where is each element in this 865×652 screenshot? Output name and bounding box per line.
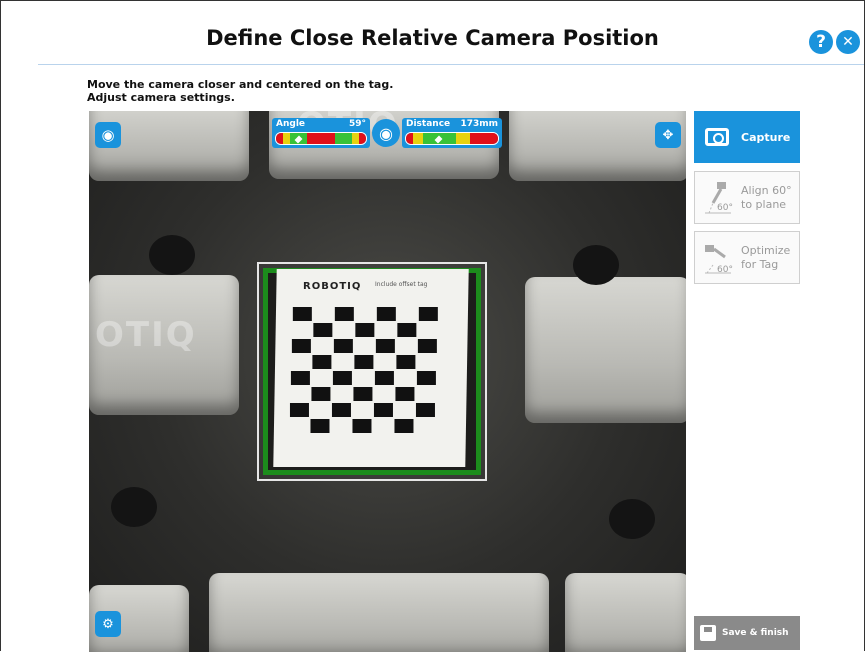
- eye-icon[interactable]: ◉: [95, 122, 121, 148]
- checker-square: [333, 339, 353, 353]
- checker-square: [376, 307, 396, 321]
- checker-square: [415, 403, 435, 417]
- brightness-eye-icon[interactable]: ◉: [372, 119, 400, 147]
- checker-square: [289, 403, 309, 417]
- instruction-line-2: Adjust camera settings.: [87, 91, 235, 104]
- checker-square: [375, 339, 395, 353]
- save-and-finish-button[interactable]: Save & finish: [694, 616, 800, 650]
- checker-square: [313, 323, 333, 337]
- board-hole: [573, 245, 619, 285]
- checker-square: [292, 307, 312, 321]
- distance-marker: [434, 135, 443, 144]
- checker-square: [373, 403, 393, 417]
- board-hole: [111, 487, 157, 527]
- distance-value: 173mm: [460, 119, 498, 129]
- floppy-disk-icon: [700, 625, 716, 641]
- tag-note: Include offset tag: [375, 281, 428, 288]
- align-label: Align 60° to plane: [741, 184, 792, 212]
- title-divider: [38, 64, 864, 65]
- checker-square: [355, 323, 375, 337]
- distance-bar: [405, 132, 499, 145]
- move-arrows-icon[interactable]: ✥: [655, 122, 681, 148]
- checker-square: [417, 339, 437, 353]
- checker-square: [290, 371, 310, 385]
- background-block: OTIQ: [89, 275, 239, 415]
- angle-label: Angle: [276, 119, 306, 129]
- board-hole: [149, 235, 195, 275]
- page-title: Define Close Relative Camera Position: [206, 26, 659, 50]
- help-icon[interactable]: ?: [809, 30, 833, 54]
- checker-square: [354, 355, 374, 369]
- checker-square: [416, 371, 436, 385]
- close-icon[interactable]: ✕: [836, 30, 860, 54]
- optimize-label-line-2: for Tag: [741, 257, 779, 271]
- angle-caption: 60°: [717, 202, 733, 213]
- background-block: [565, 573, 686, 652]
- checker-square: [334, 307, 354, 321]
- distance-gauge: Distance 173mm: [402, 118, 502, 148]
- instruction-line-1: Move the camera closer and centered on t…: [87, 78, 394, 91]
- camera-view[interactable]: OTIQ OTIQ ROBOTIQ Include offset tag ◉ A…: [89, 111, 686, 652]
- angle-gauge: Angle 59°: [272, 118, 370, 148]
- distance-label: Distance: [406, 119, 451, 129]
- checker-square: [311, 387, 331, 401]
- angle-value: 59°: [348, 119, 366, 129]
- background-block: [525, 277, 686, 423]
- checker-square: [331, 403, 351, 417]
- block-emboss: OTIQ: [95, 315, 197, 355]
- angle-marker: [294, 135, 303, 144]
- angle-bar: [275, 132, 367, 145]
- checker-square: [396, 355, 416, 369]
- checker-square: [310, 419, 330, 433]
- capture-button[interactable]: Capture: [694, 111, 800, 163]
- checkerboard-pattern: [289, 307, 438, 433]
- camera-settings-icon[interactable]: ⚙: [95, 611, 121, 637]
- checker-square: [395, 387, 415, 401]
- checker-square: [394, 419, 414, 433]
- save-label: Save & finish: [722, 628, 789, 638]
- board-hole: [609, 499, 655, 539]
- checker-square: [332, 371, 352, 385]
- align-label-line-1: Align 60°: [741, 183, 792, 197]
- robot-arm-angle-icon: 60°: [701, 179, 735, 217]
- optimize-for-tag-button[interactable]: 60° Optimize for Tag: [694, 231, 800, 284]
- align-label-line-2: to plane: [741, 197, 787, 211]
- optimize-label: Optimize for Tag: [741, 244, 790, 272]
- checker-square: [397, 323, 417, 337]
- angle-caption: 60°: [717, 264, 733, 275]
- align-60-to-plane-button[interactable]: 60° Align 60° to plane: [694, 171, 800, 224]
- instructions: Move the camera closer and centered on t…: [87, 78, 393, 104]
- optimize-label-line-1: Optimize: [741, 243, 791, 257]
- camera-icon: [705, 128, 729, 146]
- tag-logo: ROBOTIQ: [303, 281, 362, 292]
- checker-square: [418, 307, 438, 321]
- robot-arm-tag-icon: 60°: [701, 239, 735, 277]
- checker-square: [374, 371, 394, 385]
- checker-square: [352, 419, 372, 433]
- checker-square: [353, 387, 373, 401]
- checker-square: [291, 339, 311, 353]
- capture-label: Capture: [741, 130, 791, 144]
- checker-square: [312, 355, 332, 369]
- background-block: [209, 573, 549, 652]
